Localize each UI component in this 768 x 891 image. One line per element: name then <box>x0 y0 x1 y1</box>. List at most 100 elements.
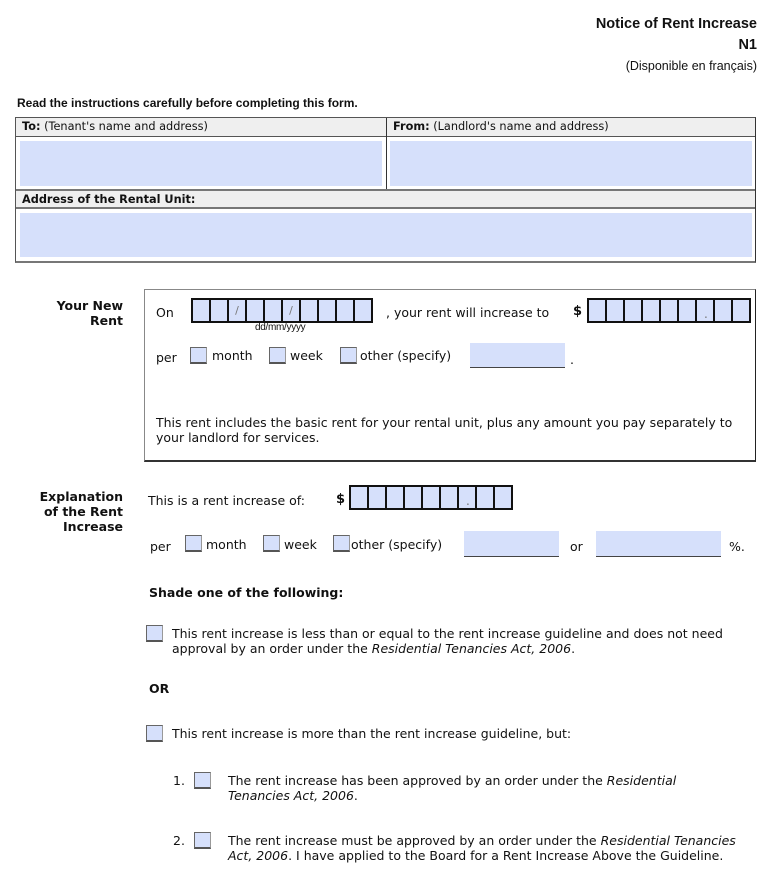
date-cell[interactable]: / <box>229 300 245 321</box>
increase-amount-cell[interactable] <box>351 487 367 508</box>
to-label: To: <box>22 120 41 133</box>
increase-per-month-checkbox[interactable] <box>185 535 202 552</box>
or-label: or <box>570 539 583 554</box>
label-line: Explanation <box>39 489 123 504</box>
rent-includes-note: This rent includes the basic rent for yo… <box>156 415 733 445</box>
text-part: The rent increase must be approved by an… <box>228 833 601 848</box>
date-format-hint: dd/mm/yyyy <box>255 322 306 333</box>
increase-of-label: This is a rent increase of: <box>148 493 305 508</box>
date-cell[interactable] <box>301 300 317 321</box>
rent-amount-cell[interactable] <box>625 300 641 321</box>
label-line: Your New <box>56 298 123 313</box>
date-cell[interactable] <box>247 300 263 321</box>
label-line: Rent <box>90 313 123 328</box>
tenant-name-address-field[interactable] <box>20 141 382 186</box>
text-part: . <box>353 788 358 803</box>
rent-amount-cell[interactable] <box>715 300 731 321</box>
sub-option-number: 1. <box>173 773 185 788</box>
date-cell[interactable] <box>337 300 353 321</box>
date-cell[interactable] <box>265 300 281 321</box>
rent-amount-cell[interactable] <box>661 300 677 321</box>
from-label-hint: (Landlord's name and address) <box>429 120 609 133</box>
on-label: On <box>156 305 174 320</box>
explanation-section-label: Explanation of the Rent Increase <box>10 489 123 534</box>
increase-per-month-label: month <box>206 537 247 552</box>
per-month-checkbox[interactable] <box>190 347 207 364</box>
text-part: . <box>571 641 576 656</box>
increase-per-other-label: other (specify) <box>351 537 443 552</box>
per-other-label: other (specify) <box>360 348 452 363</box>
guideline-within-checkbox[interactable] <box>146 625 163 642</box>
label-line: of the Rent <box>43 504 123 519</box>
label-line: Increase <box>63 519 123 534</box>
increase-amount-field[interactable] <box>349 485 513 510</box>
new-rent-section-label: Your New Rent <box>20 298 123 328</box>
date-cell[interactable] <box>211 300 227 321</box>
increase-to-label: , your rent will increase to <box>386 305 550 320</box>
column-divider <box>386 118 387 189</box>
currency-symbol: $ <box>573 304 583 319</box>
date-cell[interactable]: / <box>283 300 299 321</box>
rent-amount-cell[interactable] <box>643 300 659 321</box>
address-header: Address of the Rental Unit: <box>16 191 755 209</box>
per-week-checkbox[interactable] <box>269 347 286 364</box>
to-label-hint: (Tenant's name and address) <box>40 120 208 133</box>
increase-percent-field[interactable] <box>596 531 721 557</box>
date-cell[interactable] <box>319 300 335 321</box>
percent-suffix: %. <box>729 539 745 554</box>
act-name: Residential Tenancies Act, 2006 <box>371 641 572 656</box>
applied-for-approval-text: The rent increase must be approved by an… <box>228 833 748 863</box>
guideline-within-text: This rent increase is less than or equal… <box>172 626 742 656</box>
currency-symbol: $ <box>336 492 346 507</box>
to-header: To: (Tenant's name and address) <box>16 118 386 137</box>
date-cell[interactable] <box>193 300 209 321</box>
shade-heading: Shade one of the following: <box>149 585 344 600</box>
rent-amount-cell[interactable] <box>697 300 713 321</box>
increase-amount-cell[interactable] <box>459 487 475 508</box>
increase-amount-cell[interactable] <box>387 487 403 508</box>
trailing-period: . <box>570 352 574 367</box>
increase-amount-cell[interactable] <box>369 487 385 508</box>
increase-amount-cell[interactable] <box>405 487 421 508</box>
other-period-field[interactable] <box>470 343 565 368</box>
rent-amount-cell[interactable] <box>607 300 623 321</box>
increase-per-week-label: week <box>284 537 317 552</box>
per-month-label: month <box>212 348 253 363</box>
text-part: The rent increase has been approved by a… <box>228 773 607 788</box>
guideline-above-checkbox[interactable] <box>146 725 163 742</box>
guideline-above-text: This rent increase is more than the rent… <box>172 726 572 741</box>
landlord-name-address-field[interactable] <box>390 141 752 186</box>
increase-per-other-checkbox[interactable] <box>333 535 350 552</box>
text-part: . I have applied to the Board for a Rent… <box>288 848 724 863</box>
instructions-note: Read the instructions carefully before c… <box>17 96 358 110</box>
per-week-label: week <box>290 348 323 363</box>
from-header: From: (Landlord's name and address) <box>387 118 755 137</box>
new-rent-amount-field[interactable] <box>587 298 751 323</box>
per-other-checkbox[interactable] <box>340 347 357 364</box>
applied-for-approval-checkbox[interactable] <box>194 832 211 849</box>
rent-amount-cell[interactable] <box>679 300 695 321</box>
date-cell[interactable] <box>355 300 371 321</box>
approved-by-order-checkbox[interactable] <box>194 772 211 789</box>
per-label: per <box>156 350 177 365</box>
form-title: Notice of Rent Increase <box>595 16 757 32</box>
approved-by-order-text: The rent increase has been approved by a… <box>228 773 728 803</box>
sub-option-number: 2. <box>173 833 185 848</box>
form-title-block: Notice of Rent Increase N1 (Disponible e… <box>596 14 757 77</box>
increase-amount-cell[interactable] <box>423 487 439 508</box>
rent-amount-cell[interactable] <box>589 300 605 321</box>
increase-per-week-checkbox[interactable] <box>263 535 280 552</box>
per-label: per <box>150 539 171 554</box>
from-label: From: <box>393 120 430 133</box>
french-availability-note: (Disponible en français) <box>625 59 757 73</box>
form-code: N1 <box>738 37 757 53</box>
rental-unit-address-field[interactable] <box>20 213 752 257</box>
or-separator: OR <box>149 681 170 696</box>
increase-amount-cell[interactable] <box>477 487 493 508</box>
increase-amount-cell[interactable] <box>441 487 457 508</box>
effective-date-field[interactable]: / / <box>191 298 373 323</box>
parties-table: To: (Tenant's name and address) From: (L… <box>15 117 756 263</box>
increase-other-period-field[interactable] <box>464 531 559 557</box>
rent-amount-cell[interactable] <box>733 300 749 321</box>
increase-amount-cell[interactable] <box>495 487 511 508</box>
